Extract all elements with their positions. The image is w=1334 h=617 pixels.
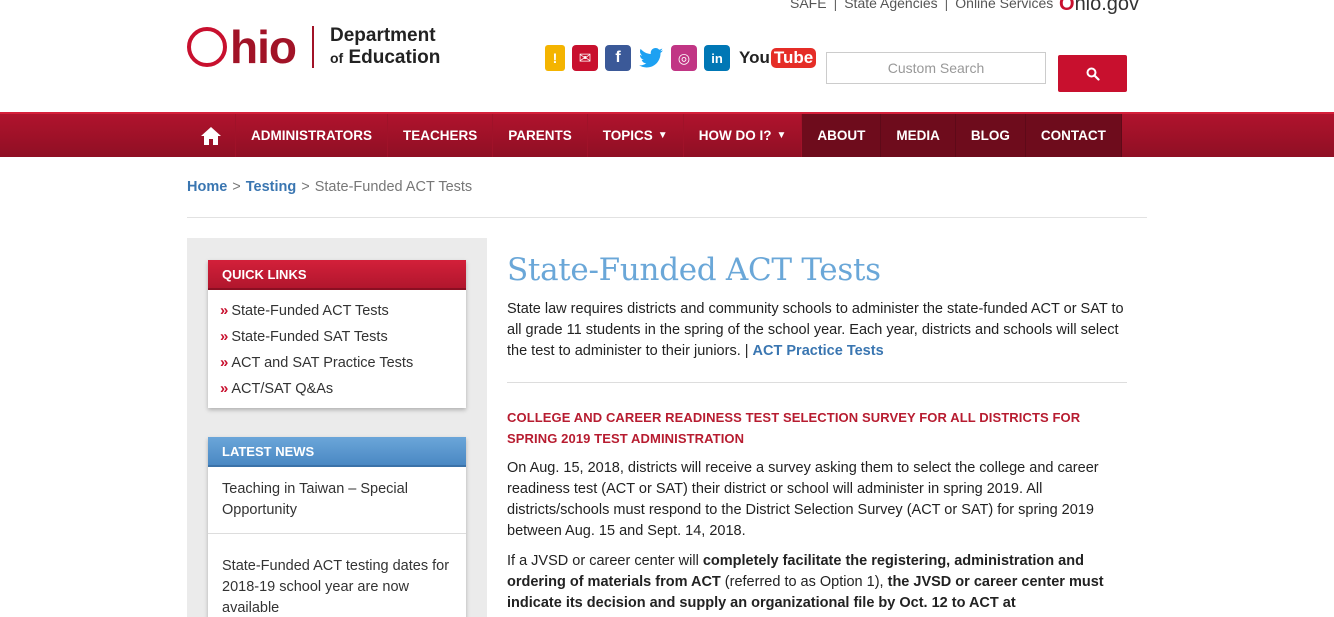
nav-home[interactable] [187,114,236,157]
nav-topics[interactable]: TOPICS ▼ [588,114,684,157]
home-icon [201,126,221,145]
search-icon [1086,67,1100,81]
news-item[interactable]: State-Funded ACT testing dates for 2018-… [208,534,466,617]
breadcrumb-home[interactable]: Home [187,179,227,195]
facebook-icon[interactable]: f [605,45,631,71]
chevron-down-icon: ▼ [657,130,668,141]
social-links: ! ✉ f ◎ in You Tube [545,45,818,71]
quick-link-qa[interactable]: » ACT/SAT Q&As [220,376,466,402]
search-button[interactable] [1058,55,1127,92]
intro-paragraph: State law requires districts and communi… [507,301,1124,359]
utility-links: SAFE | State Agencies | Online Services [790,0,1053,11]
body-paragraph: On Aug. 15, 2018, districts will receive… [507,460,1099,539]
double-chevron-icon: » [220,328,229,345]
section-heading: COLLEGE AND CAREER READINESS TEST SELECT… [507,410,1081,446]
linkedin-icon[interactable]: in [704,45,730,71]
state-agencies-link[interactable]: State Agencies [844,0,937,11]
page-title: State-Funded ACT Tests [507,252,881,288]
twitter-icon[interactable] [638,45,664,71]
twitter-bird-glyph [639,48,663,68]
nav-media[interactable]: MEDIA [881,114,956,157]
main-nav: ADMINISTRATORS TEACHERS PARENTS TOPICS ▼ … [0,112,1334,157]
search-input[interactable] [826,52,1046,84]
ohio-o-ring [187,27,227,67]
body-paragraph: If a JVSD or career center will complete… [507,553,1104,611]
nav-about[interactable]: ABOUT [802,114,882,157]
instagram-icon[interactable]: ◎ [671,45,697,71]
double-chevron-icon: » [220,380,229,397]
util-separator: | [944,0,949,11]
quick-link-practice[interactable]: » ACT and SAT Practice Tests [220,350,466,376]
youtube-icon[interactable]: You Tube [737,45,818,71]
nav-contact[interactable]: CONTACT [1025,114,1122,157]
main-content: State-Funded ACT Tests State law require… [507,250,1127,614]
nav-parents[interactable]: PARENTS [493,114,588,157]
divider [507,382,1127,383]
alert-app-icon[interactable]: ! [545,45,565,71]
nav-blog[interactable]: BLOG [955,114,1026,157]
latest-news-box: LATEST NEWS Teaching in Taiwan – Special… [208,437,466,617]
latest-news-heading: LATEST NEWS [208,437,466,467]
sidebar: QUICK LINKS » State-Funded ACT Tests » Sta… [187,238,487,617]
nav-administrators[interactable]: ADMINISTRATORS [236,114,388,157]
quick-links-heading: QUICK LINKS [208,260,466,290]
double-chevron-icon: » [220,302,229,319]
act-practice-tests-link[interactable]: ACT Practice Tests [753,343,884,359]
quick-links-box: QUICK LINKS » State-Funded ACT Tests » Sta… [208,260,466,408]
email-icon[interactable]: ✉ [572,45,598,71]
breadcrumb-current: State-Funded ACT Tests [314,179,473,195]
online-services-link[interactable]: Online Services [955,0,1053,11]
ohio-gov-logo[interactable]: Ohio.gov [1059,0,1139,16]
quick-link-sat[interactable]: » State-Funded SAT Tests [220,324,466,350]
ode-logo[interactable]: hio Department of Education [187,24,440,70]
logo-divider [311,26,314,68]
news-item[interactable]: Teaching in Taiwan – Special Opportunity [208,467,466,534]
nav-how-do-i[interactable]: HOW DO I? ▼ [684,114,803,157]
department-wordmark: Department of Education [329,25,441,68]
ohio-wordmark: hio [187,24,297,70]
divider [187,217,1147,218]
util-separator: | [833,0,838,11]
double-chevron-icon: » [220,354,229,371]
nav-teachers[interactable]: TEACHERS [388,114,494,157]
safe-link[interactable]: SAFE [790,0,827,11]
breadcrumb-testing[interactable]: Testing [246,179,296,195]
quick-link-act[interactable]: » State-Funded ACT Tests [220,298,466,324]
chevron-down-icon: ▼ [776,130,787,141]
breadcrumb: Home > Testing > State-Funded ACT Tests [187,179,473,195]
